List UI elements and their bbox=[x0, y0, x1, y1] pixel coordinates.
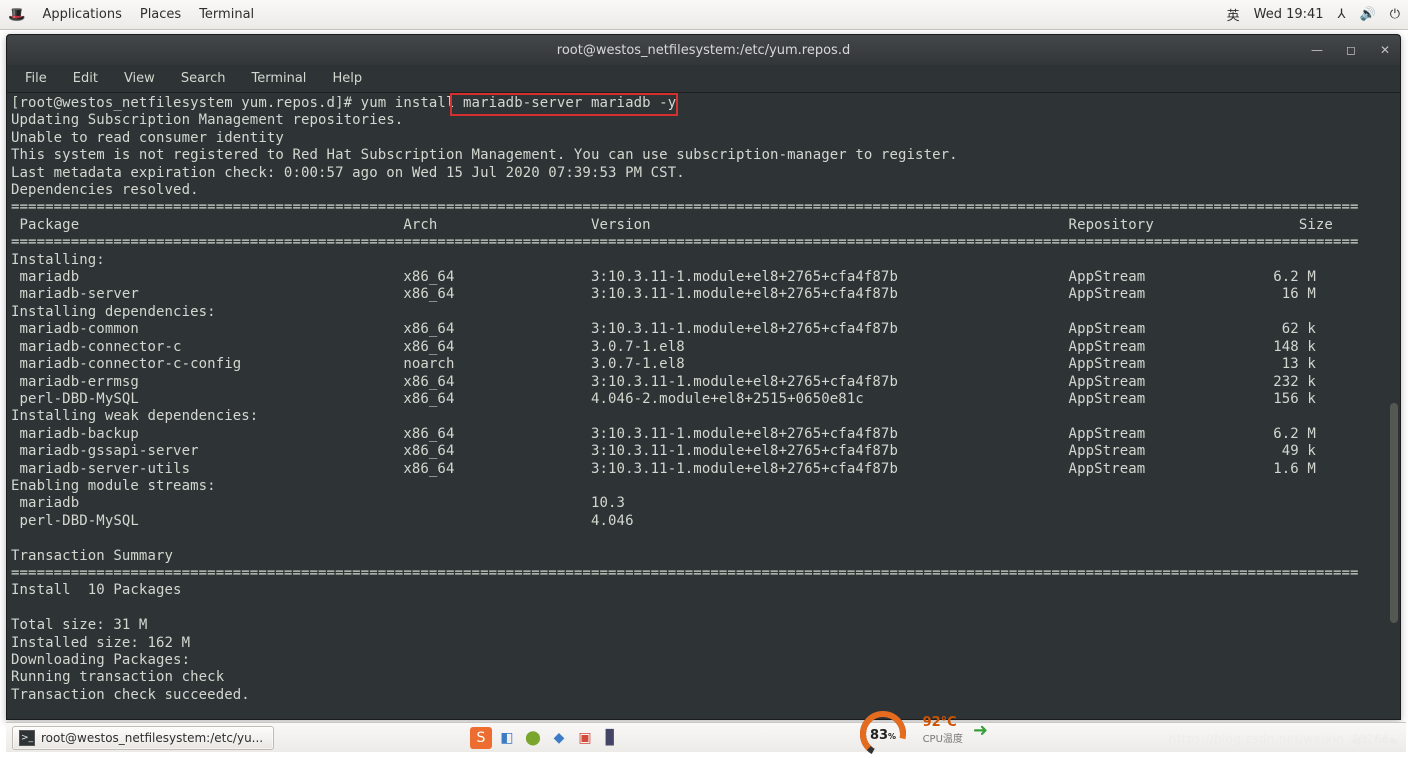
app-icon-2[interactable]: ◧ bbox=[496, 727, 518, 749]
menu-help[interactable]: Help bbox=[320, 68, 374, 89]
temp-caption: CPU温度 bbox=[923, 730, 963, 745]
cpu-temp: 92°C CPU温度 bbox=[923, 715, 963, 745]
app-icon-4[interactable]: ◆ bbox=[548, 727, 570, 749]
temp-arrow-icon: ➜ bbox=[973, 720, 988, 741]
systray: 英 Wed 19:41 ⅄ 🔊 ⏻ bbox=[1227, 5, 1400, 24]
taskbar-label: root@westos_netfilesystem:/etc/yu... bbox=[41, 731, 263, 745]
top-panel: 🎩 Applications Places Terminal 英 Wed 19:… bbox=[0, 0, 1408, 30]
clock[interactable]: Wed 19:41 bbox=[1254, 7, 1324, 22]
temp-value: 92°C bbox=[923, 715, 957, 730]
maximize-button[interactable]: ◻ bbox=[1342, 43, 1360, 57]
menu-file[interactable]: File bbox=[13, 68, 59, 89]
menubar: File Edit View Search Terminal Help bbox=[7, 65, 1400, 93]
app-icon-5[interactable]: ▣ bbox=[574, 727, 596, 749]
cpu-gauge: 83% bbox=[853, 706, 913, 754]
app-icon-3[interactable]: ⬤ bbox=[522, 727, 544, 749]
menu-places[interactable]: Places bbox=[131, 7, 190, 22]
terminal-body[interactable]: [root@westos_netfilesystem yum.repos.d]#… bbox=[7, 93, 1400, 719]
scrollbar[interactable] bbox=[1388, 93, 1400, 719]
dock-icons: S ◧ ⬤ ◆ ▣ ▊ bbox=[470, 724, 622, 752]
volume-icon[interactable]: 🔊 bbox=[1360, 7, 1376, 22]
svg-text:83%: 83% bbox=[870, 728, 896, 743]
app-icon-6[interactable]: ▊ bbox=[600, 727, 622, 749]
input-method-indicator[interactable]: 英 bbox=[1227, 5, 1240, 24]
menu-terminal[interactable]: Terminal bbox=[190, 7, 263, 22]
terminal-window: root@westos_netfilesystem:/etc/yum.repos… bbox=[6, 34, 1401, 720]
menu-terminal[interactable]: Terminal bbox=[239, 68, 318, 89]
menu-view[interactable]: View bbox=[112, 68, 167, 89]
power-icon[interactable]: ⏻ bbox=[1390, 7, 1400, 22]
menu-applications[interactable]: Applications bbox=[33, 7, 130, 22]
system-monitor[interactable]: 83% 92°C CPU温度 ➜ bbox=[853, 706, 988, 754]
menu-search[interactable]: Search bbox=[169, 68, 238, 89]
app-icon-1[interactable]: S bbox=[470, 727, 492, 749]
gauge-value: 83 bbox=[870, 728, 888, 743]
minimize-button[interactable]: — bbox=[1308, 43, 1326, 57]
window-title: root@westos_netfilesystem:/etc/yum.repos… bbox=[557, 43, 850, 58]
titlebar[interactable]: root@westos_netfilesystem:/etc/yum.repos… bbox=[7, 35, 1400, 65]
scrollbar-thumb[interactable] bbox=[1390, 403, 1398, 623]
taskbar-terminal[interactable]: >_ root@westos_netfilesystem:/etc/yu... bbox=[12, 726, 274, 750]
terminal-icon: >_ bbox=[19, 730, 35, 746]
menu-edit[interactable]: Edit bbox=[61, 68, 110, 89]
terminal-output[interactable]: [root@westos_netfilesystem yum.repos.d]#… bbox=[11, 95, 1396, 704]
close-button[interactable]: ✕ bbox=[1376, 43, 1394, 57]
network-icon[interactable]: ⅄ bbox=[1338, 7, 1346, 22]
redhat-icon: 🎩 bbox=[8, 7, 25, 23]
page-counter: ◀1 / 4▶ bbox=[1351, 734, 1400, 748]
